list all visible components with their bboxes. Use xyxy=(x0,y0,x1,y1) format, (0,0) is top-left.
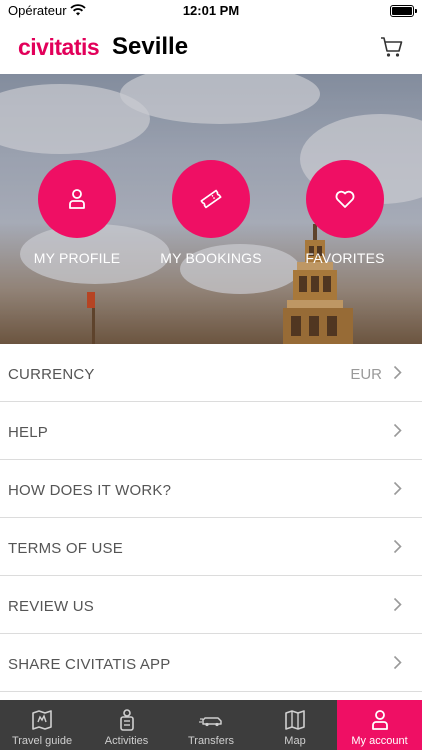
menu-item-help[interactable]: HELP xyxy=(0,402,422,460)
tab-map[interactable]: Map xyxy=(253,700,337,750)
tab-my-account[interactable]: My account xyxy=(337,700,422,750)
my-profile-circle[interactable] xyxy=(38,160,116,238)
status-time: 12:01 PM xyxy=(182,3,240,18)
ticket-icon xyxy=(200,189,222,209)
bottom-tab-bar: Travel guide Activities Transfers Map My… xyxy=(0,700,422,750)
status-bar: Opérateur 12:01 PM xyxy=(0,0,422,22)
my-profile-label: MY PROFILE xyxy=(33,250,121,266)
my-bookings-label: MY BOOKINGS xyxy=(160,250,262,266)
account-menu: CURRENCY EUR HELP HOW DOES IT WORK? TERM… xyxy=(0,344,422,692)
my-bookings-circle[interactable] xyxy=(172,160,250,238)
tab-activities[interactable]: Activities xyxy=(84,700,169,750)
chevron-right-icon xyxy=(393,481,402,496)
menu-item-label: CURRENCY xyxy=(8,366,95,383)
cart-icon[interactable] xyxy=(380,36,404,58)
favorites-label: FAVORITES xyxy=(305,250,385,266)
chevron-right-icon xyxy=(393,655,402,670)
city-title: Seville xyxy=(112,33,189,60)
app-header: civitatis Seville xyxy=(0,22,422,74)
chevron-right-icon xyxy=(393,539,402,554)
tab-label: Transfers xyxy=(187,735,235,747)
civitatis-logo[interactable]: civitatis xyxy=(18,34,100,61)
tab-label: Map xyxy=(284,735,306,747)
menu-item-label: TERMS OF USE xyxy=(8,540,123,557)
menu-item-share[interactable]: SHARE CIVITATIS APP xyxy=(0,634,422,692)
transfers-car-icon xyxy=(199,717,222,727)
person-icon xyxy=(69,189,85,209)
menu-item-label: HOW DOES IT WORK? xyxy=(8,482,172,499)
favorites-button[interactable]: FAVORITES xyxy=(289,160,401,266)
chevron-right-icon xyxy=(393,365,402,380)
menu-item-terms[interactable]: TERMS OF USE xyxy=(0,518,422,576)
chevron-right-icon xyxy=(393,597,402,612)
menu-item-label: SHARE CIVITATIS APP xyxy=(8,656,171,673)
menu-item-how-it-works[interactable]: HOW DOES IT WORK? xyxy=(0,460,422,518)
currency-value: EUR xyxy=(350,366,382,383)
menu-item-review[interactable]: REVIEW US xyxy=(0,576,422,634)
tab-label: Activities xyxy=(104,735,149,747)
tab-label: My account xyxy=(351,735,408,747)
my-profile-button[interactable]: MY PROFILE xyxy=(21,160,133,266)
heart-icon xyxy=(335,190,355,208)
my-bookings-button[interactable]: MY BOOKINGS xyxy=(155,160,267,266)
battery-icon xyxy=(390,5,417,17)
menu-item-label: HELP xyxy=(8,424,48,441)
menu-item-label: REVIEW US xyxy=(8,598,94,615)
guide-book-icon xyxy=(32,710,52,730)
map-icon xyxy=(285,710,305,730)
tab-transfers[interactable]: Transfers xyxy=(169,700,253,750)
activities-icon xyxy=(119,709,134,731)
hero-banner: MY PROFILE MY BOOKINGS FAVORITES xyxy=(0,74,422,344)
favorites-circle[interactable] xyxy=(306,160,384,238)
tab-label: Travel guide xyxy=(11,735,73,747)
chevron-right-icon xyxy=(393,423,402,438)
tab-travel-guide[interactable]: Travel guide xyxy=(0,700,84,750)
account-icon xyxy=(371,710,388,730)
menu-item-currency[interactable]: CURRENCY EUR xyxy=(0,344,422,402)
